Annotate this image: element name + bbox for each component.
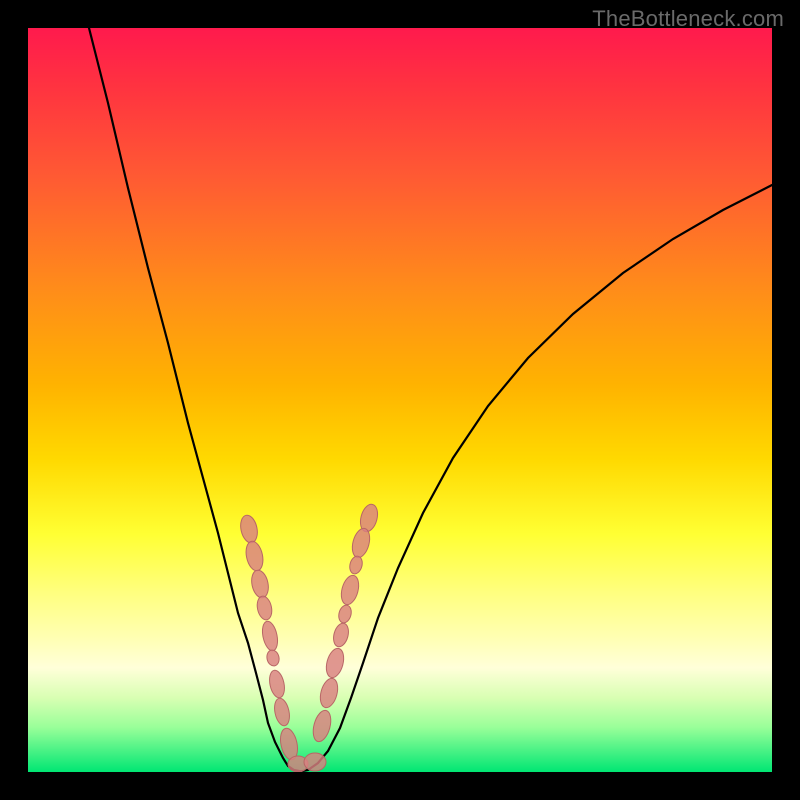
- bead: [272, 697, 292, 727]
- bead: [323, 646, 346, 679]
- bead: [260, 620, 280, 652]
- bead: [331, 622, 351, 649]
- bead: [338, 573, 361, 606]
- watermark-text: TheBottleneck.com: [592, 6, 784, 32]
- data-beads: [238, 502, 380, 772]
- bead: [244, 540, 266, 573]
- bead: [317, 676, 340, 709]
- bead: [310, 708, 334, 743]
- chart-frame: TheBottleneck.com: [0, 0, 800, 800]
- bead: [337, 604, 353, 624]
- bead: [265, 649, 280, 667]
- chart-overlay: [28, 28, 772, 772]
- right-curve: [301, 185, 772, 771]
- bead: [238, 514, 259, 545]
- bead: [348, 555, 364, 575]
- bead: [255, 595, 274, 621]
- bead: [249, 569, 270, 600]
- bead: [304, 753, 326, 771]
- bead: [267, 669, 287, 699]
